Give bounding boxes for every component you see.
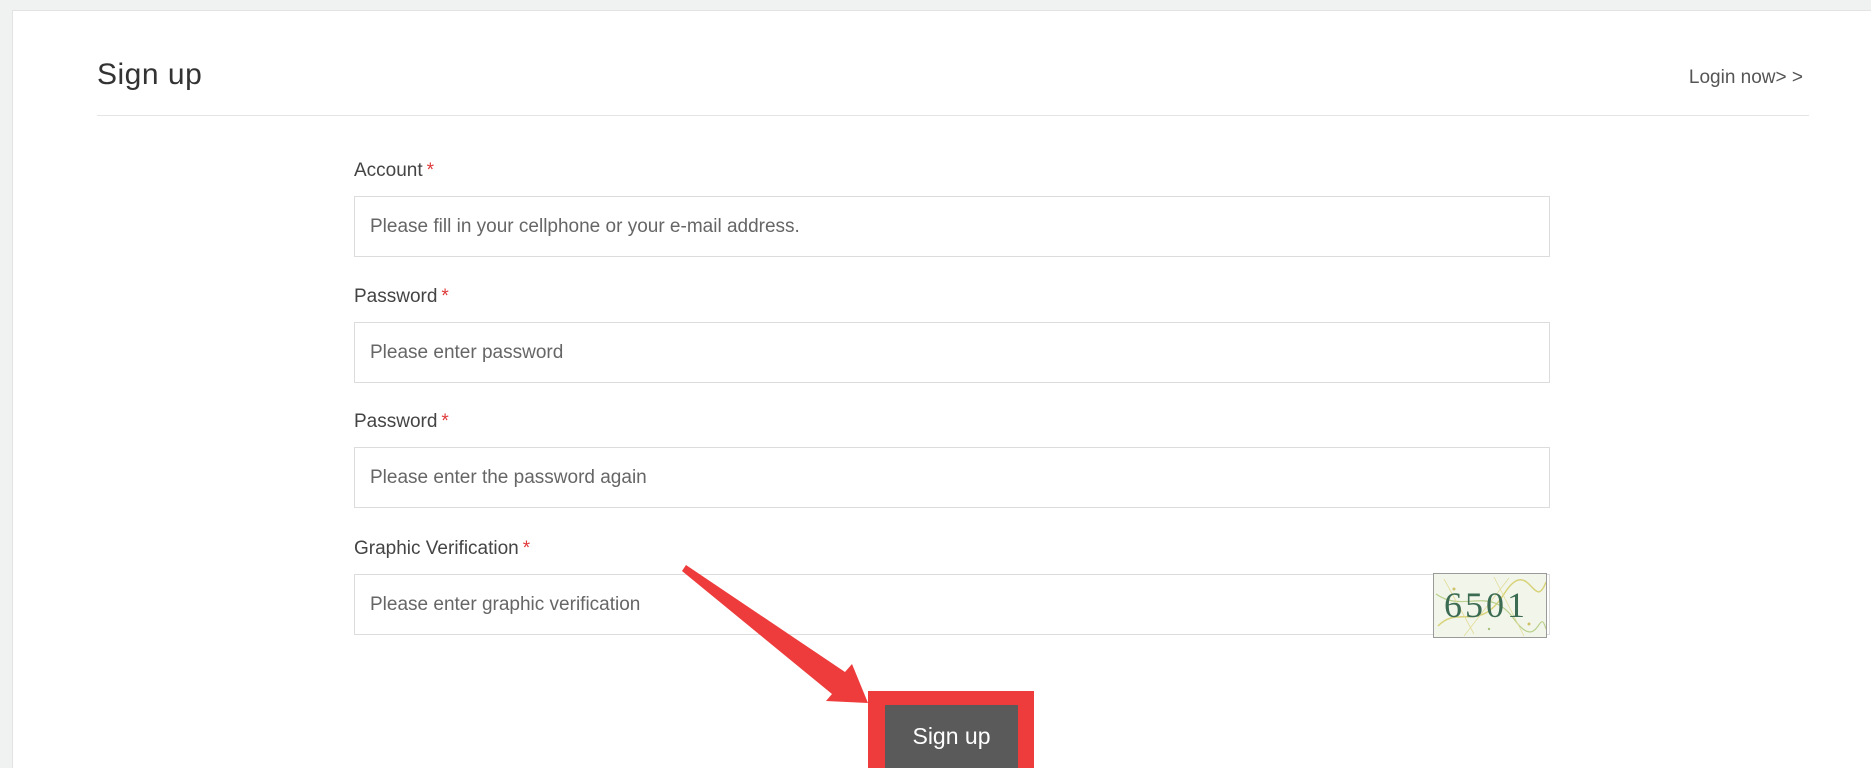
graphic-verification-label-text: Graphic Verification	[354, 538, 519, 559]
password-confirm-input[interactable]	[354, 447, 1550, 508]
password-confirm-label: Password *	[354, 411, 449, 433]
required-mark: *	[441, 411, 449, 432]
account-input[interactable]	[354, 196, 1550, 257]
signup-button[interactable]: Sign up	[885, 705, 1018, 768]
graphic-verification-label: Graphic Verification *	[354, 538, 530, 560]
graphic-verification-input[interactable]	[354, 574, 1550, 635]
page-title: Sign up	[97, 58, 203, 91]
captcha-text: 6501	[1444, 585, 1528, 625]
required-mark: *	[426, 160, 435, 181]
required-mark: *	[441, 286, 449, 307]
login-now-link[interactable]: Login now> >	[1689, 67, 1803, 89]
account-label: Account *	[354, 160, 434, 182]
signup-card	[12, 10, 1871, 768]
password-label-text: Password	[354, 286, 438, 307]
required-mark: *	[522, 538, 531, 559]
captcha-image[interactable]: 6501	[1433, 573, 1547, 638]
password-confirm-label-text: Password	[354, 411, 438, 432]
account-label-text: Account	[354, 160, 423, 181]
password-label: Password *	[354, 286, 449, 308]
header-divider	[97, 115, 1809, 116]
password-input[interactable]	[354, 322, 1550, 383]
